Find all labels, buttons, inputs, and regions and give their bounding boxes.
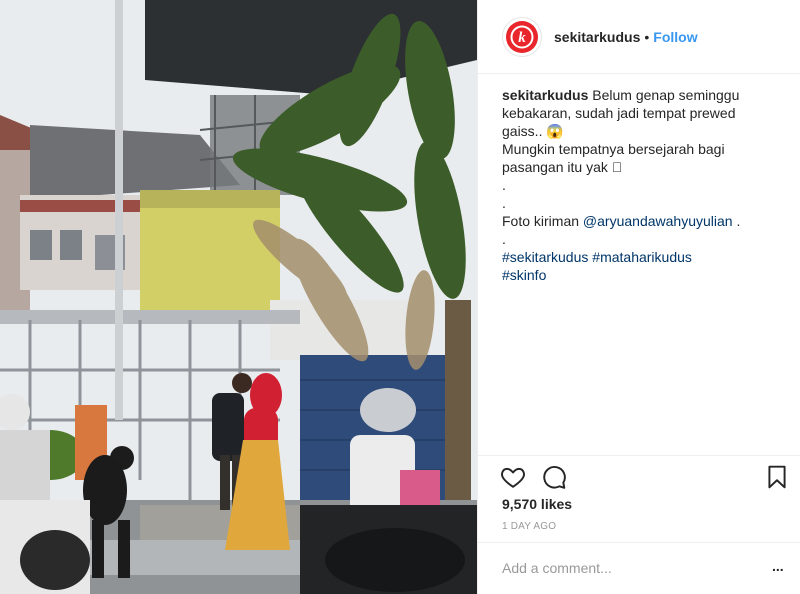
separator: • xyxy=(644,28,650,45)
like-count[interactable]: 9,570 likes xyxy=(502,496,572,512)
hashtag-link[interactable]: #skinfo xyxy=(502,267,546,283)
caption-credit-suffix: . xyxy=(732,213,741,229)
more-options-button[interactable]: ... xyxy=(772,559,788,577)
street-scene-image xyxy=(0,0,477,594)
post-photo[interactable] xyxy=(0,0,477,594)
hashtag-link[interactable]: #sekitarkudus xyxy=(502,249,588,265)
caption-line-5: pasangan itu yak 🏻 xyxy=(502,159,623,175)
caption-dot-1: . xyxy=(502,177,506,193)
comment-input[interactable] xyxy=(502,557,742,579)
hashtag-link[interactable]: #mataharikudus xyxy=(592,249,692,265)
caption-line-2: kebakaran, sudah jadi tempat prewed xyxy=(502,105,736,121)
post-header: k sekitarkudus • Follow xyxy=(478,0,800,74)
mention-link[interactable]: @aryuandawahyuyulian xyxy=(583,213,733,229)
caption-line-3: gaiss.. 😱 xyxy=(502,123,564,139)
sekitarkudus-logo-icon: k xyxy=(506,20,538,53)
caption-credit-prefix: Foto kiriman xyxy=(502,213,583,229)
comment-bar: ... xyxy=(478,542,800,594)
avatar[interactable]: k xyxy=(502,16,542,57)
post-caption: sekitarkudus Belum genap seminggu kebaka… xyxy=(502,86,782,284)
follow-button[interactable]: Follow xyxy=(653,29,697,45)
post-timestamp[interactable]: 1 DAY AGO xyxy=(502,521,556,532)
post-sidebar: k sekitarkudus • Follow sekitarkudus Bel… xyxy=(477,0,800,594)
username[interactable]: sekitarkudus xyxy=(554,29,640,45)
caption-username[interactable]: sekitarkudus xyxy=(502,87,588,103)
speech-bubble-icon[interactable] xyxy=(541,464,567,490)
caption-line-1: Belum genap seminggu xyxy=(592,87,740,103)
avatar-letter: k xyxy=(518,30,526,46)
caption-dot-3: . xyxy=(502,231,506,247)
action-bar xyxy=(478,455,800,495)
bookmark-icon[interactable] xyxy=(764,464,790,490)
caption-dot-2: . xyxy=(502,195,506,211)
caption-line-4: Mungkin tempatnya bersejarah bagi xyxy=(502,141,725,157)
heart-outline-icon[interactable] xyxy=(500,464,526,490)
